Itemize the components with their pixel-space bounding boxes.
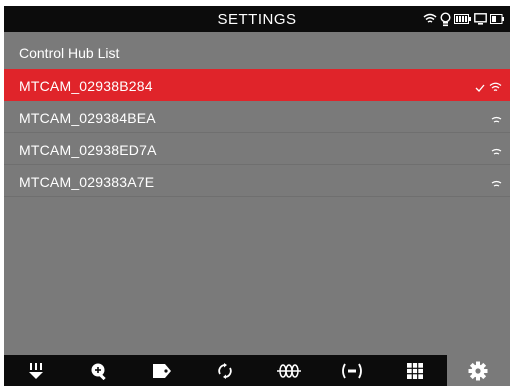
settings-button[interactable] bbox=[446, 355, 510, 386]
monitor-icon bbox=[474, 13, 487, 25]
hub-row[interactable]: MTCAM_02938ED7A bbox=[4, 133, 510, 165]
list-heading-label: Control Hub List bbox=[19, 45, 120, 61]
wifi-icon bbox=[491, 111, 502, 127]
checkmark-icon bbox=[475, 79, 485, 95]
resistor-icon bbox=[276, 363, 301, 379]
hub-name: MTCAM_02938B284 bbox=[19, 78, 153, 94]
resistor-button[interactable] bbox=[257, 355, 320, 386]
grid-button[interactable] bbox=[384, 355, 447, 386]
battery-icon bbox=[454, 14, 471, 24]
camera-battery-icon bbox=[490, 14, 504, 24]
wifi-icon bbox=[491, 175, 502, 191]
lightbulb-icon bbox=[440, 11, 451, 27]
tag-icon bbox=[152, 363, 172, 379]
hub-row[interactable]: MTCAM_02938B284 bbox=[4, 69, 510, 101]
crop-down-icon bbox=[27, 362, 45, 380]
settings-screen: SETTINGS Control Hub List MTCAM_02938B28… bbox=[4, 6, 510, 386]
bottom-toolbar bbox=[4, 355, 510, 386]
hub-name: MTCAM_02938ED7A bbox=[19, 142, 157, 158]
crop-down-button[interactable] bbox=[4, 355, 67, 386]
hub-name: MTCAM_029383A7E bbox=[19, 174, 155, 190]
rotate-icon bbox=[216, 362, 234, 380]
wifi-icon bbox=[491, 143, 502, 159]
hub-row[interactable]: MTCAM_029384BEA bbox=[4, 101, 510, 133]
broadcast-icon bbox=[341, 362, 363, 380]
title-bar: SETTINGS bbox=[4, 6, 510, 32]
gear-icon bbox=[468, 361, 488, 381]
status-icons bbox=[423, 11, 504, 27]
broadcast-button[interactable] bbox=[320, 355, 383, 386]
grid-icon bbox=[406, 362, 424, 380]
hub-row[interactable]: MTCAM_029383A7E bbox=[4, 165, 510, 197]
rotate-button[interactable] bbox=[194, 355, 257, 386]
tag-button[interactable] bbox=[131, 355, 194, 386]
wifi-icon bbox=[489, 79, 502, 95]
wifi-icon bbox=[423, 13, 437, 25]
hub-name: MTCAM_029384BEA bbox=[19, 110, 156, 126]
zoom-in-button[interactable] bbox=[67, 355, 130, 386]
zoom-in-icon bbox=[90, 362, 108, 380]
control-hub-list-heading: Control Hub List bbox=[4, 38, 510, 68]
